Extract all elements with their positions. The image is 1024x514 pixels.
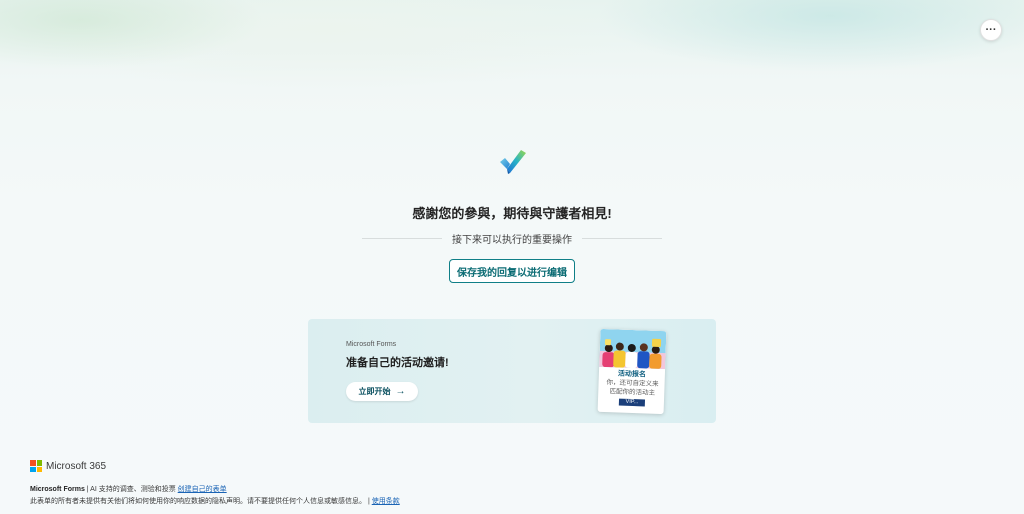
microsoft-365-brand: Microsoft 365 xyxy=(30,460,106,472)
footer-product-name: Microsoft Forms xyxy=(30,486,85,493)
footer-privacy-line: 此表单的所有者未提供有关他们将如何使用你的响应数据的隐私声明。请不要提供任何个人… xyxy=(30,496,400,506)
promo-title: 准备自己的活动邀请! xyxy=(346,357,449,369)
preview-card-text: 你，还可自定义来 匹配你的活动主 xyxy=(602,378,663,398)
save-response-button[interactable]: 保存我的回复以进行编辑 xyxy=(449,259,575,283)
people-illustration xyxy=(599,328,667,370)
arrow-right-icon: → xyxy=(395,386,406,397)
microsoft-logo-icon xyxy=(30,460,42,472)
checkmark-icon xyxy=(500,150,526,174)
divider-line-right xyxy=(582,237,662,239)
divider-line-left xyxy=(362,237,442,239)
microsoft-365-label: Microsoft 365 xyxy=(46,460,107,472)
more-options-button[interactable]: ··· xyxy=(980,19,1002,41)
event-invite-preview-card: 活动报名 你，还可自定义来 匹配你的活动主 VIP... xyxy=(597,328,667,415)
footer-privacy-text: 此表单的所有者未提供有关他们将如何使用你的响应数据的隐私声明。请不要提供任何个人… xyxy=(30,498,372,505)
preview-card-highlight: VIP... xyxy=(618,398,646,407)
promo-card: Microsoft Forms 准备自己的活动邀请! 立即开始 → 活动报名 你… xyxy=(308,319,716,423)
preview-card-text-line2: 匹配你的活动主 xyxy=(609,388,656,397)
create-own-form-link[interactable]: 创建自己的表单 xyxy=(178,486,227,493)
footer-product-tagline: | AI 支持的调查、测验和投票 xyxy=(84,486,178,493)
promo-brand: Microsoft Forms xyxy=(346,341,397,348)
top-background-glow xyxy=(0,0,1024,110)
start-now-label: 立即开始 xyxy=(358,387,391,396)
terms-of-use-link[interactable]: 使用条款 xyxy=(372,498,400,505)
start-now-button[interactable]: 立即开始 → xyxy=(346,382,418,401)
footer-product-line: Microsoft Forms | AI 支持的调查、测验和投票 创建自己的表单 xyxy=(30,484,227,494)
thank-you-title: 感謝您的參與，期待與守護者相見! xyxy=(412,206,612,221)
next-actions-label: 接下来可以执行的重要操作 xyxy=(452,234,572,246)
next-actions-divider: 接下来可以执行的重要操作 xyxy=(362,231,662,246)
